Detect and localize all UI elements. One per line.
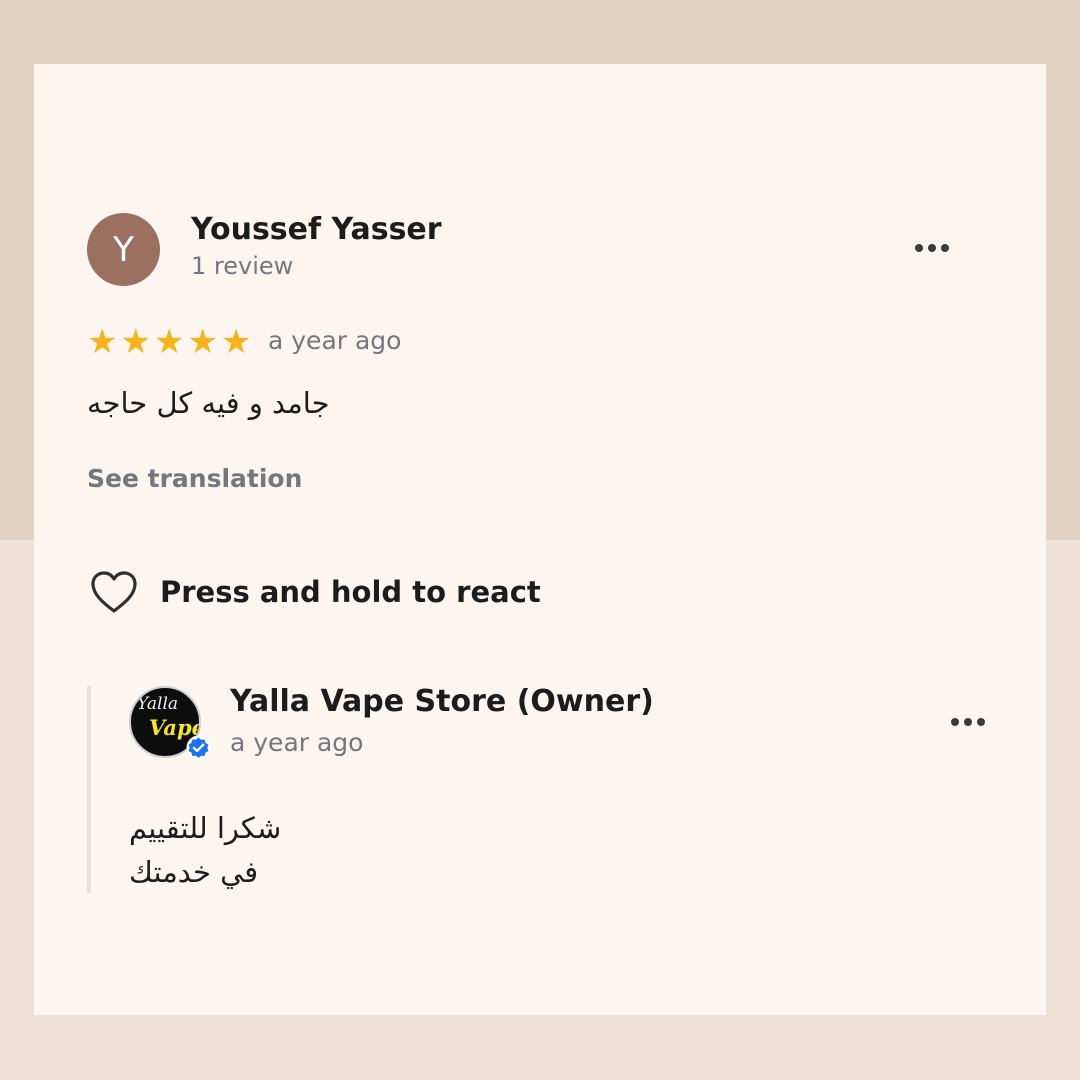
- heart-outline-icon: [91, 571, 137, 613]
- more-dot: [977, 718, 985, 726]
- react-button[interactable]: Press and hold to react: [90, 570, 541, 614]
- reviewer-avatar[interactable]: Y: [87, 213, 160, 286]
- star-icon: ★: [87, 322, 118, 362]
- star-icon: ★: [187, 322, 218, 362]
- review-card: Y Youssef Yasser 1 review ★ ★ ★ ★ ★ a ye…: [34, 64, 1046, 1015]
- reply-text-line: شكرا للتقييم: [129, 811, 282, 845]
- more-dot: [941, 244, 949, 252]
- avatar-initial: Y: [113, 229, 134, 270]
- owner-reply-time: a year ago: [230, 728, 364, 757]
- owner-logo-text: Yalla: [137, 694, 179, 714]
- review-count: 1 review: [191, 252, 294, 280]
- owner-reply-text: شكرا للتقييم في خدمتك: [129, 806, 281, 894]
- more-dot: [928, 244, 936, 252]
- review-more-button[interactable]: [915, 244, 949, 252]
- reviewer-name[interactable]: Youssef Yasser: [191, 212, 442, 247]
- review-time: a year ago: [268, 326, 402, 355]
- more-dot: [951, 718, 959, 726]
- star-icon: ★: [120, 322, 151, 362]
- star-rating: ★ ★ ★ ★ ★: [87, 325, 251, 359]
- see-translation-link[interactable]: See translation: [87, 464, 302, 493]
- star-icon: ★: [220, 322, 252, 362]
- review-text: جامد و فيه كل حاجه: [87, 386, 330, 420]
- more-dot: [915, 244, 923, 252]
- owner-name[interactable]: Yalla Vape Store (Owner): [230, 684, 654, 719]
- star-icon: ★: [153, 322, 185, 362]
- owner-reply: Yalla Vape Yalla Vape Store (Owner) a ye…: [87, 684, 991, 894]
- react-label: Press and hold to react: [160, 575, 541, 609]
- verified-badge-icon: [186, 735, 211, 760]
- reply-more-button[interactable]: [951, 718, 985, 726]
- reply-text-line: في خدمتك: [129, 855, 259, 889]
- more-dot: [964, 718, 972, 726]
